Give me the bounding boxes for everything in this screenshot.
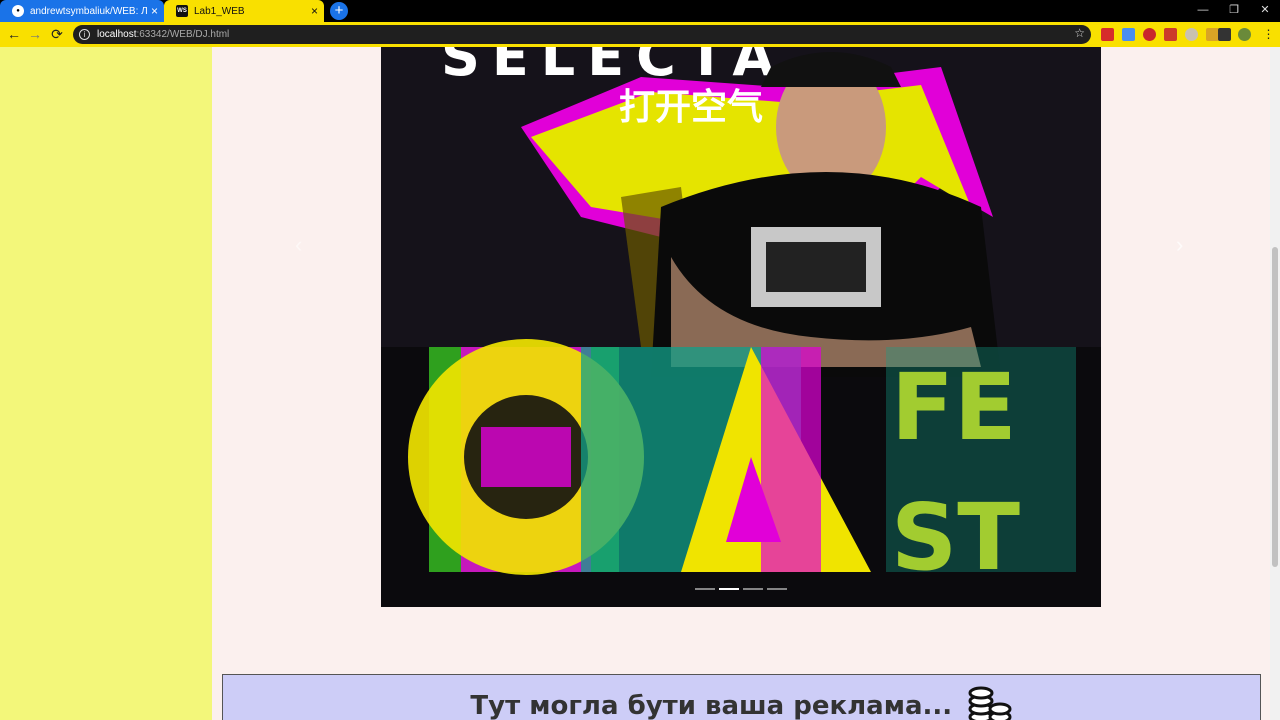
image-carousel: SELECTA 打开空气 FE ST ‹ › [381, 47, 1101, 607]
minimize-button[interactable]: — [1188, 0, 1218, 22]
dj-poster-image: SELECTA 打开空气 FE ST [381, 47, 1101, 607]
site-info-icon[interactable]: i [79, 29, 90, 40]
close-window-button[interactable]: ✕ [1250, 0, 1280, 22]
close-tab-icon[interactable]: × [151, 4, 158, 18]
reload-button[interactable]: ⟳ [48, 25, 66, 43]
extension-icon[interactable] [1185, 28, 1198, 41]
url-host: localhost [97, 29, 137, 40]
extension-icon[interactable] [1164, 28, 1177, 41]
webstorm-icon: WS [176, 5, 188, 17]
tab-github[interactable]: ● andrewtsymbaliuk/WEB: Лабора × [0, 0, 164, 22]
tab-title: andrewtsymbaliuk/WEB: Лабора [30, 5, 147, 17]
browser-tab-strip: ● andrewtsymbaliuk/WEB: Лабора × WS Lab1… [0, 0, 1280, 22]
menu-icon[interactable]: ⋮ [1262, 28, 1275, 41]
profile-avatar[interactable] [1238, 28, 1251, 41]
carousel-indicator[interactable] [695, 588, 715, 590]
github-icon: ● [12, 5, 24, 17]
back-button[interactable]: ← [5, 25, 23, 43]
carousel-indicators [695, 588, 787, 590]
carousel-indicator[interactable] [767, 588, 787, 590]
tab-lab1-web[interactable]: WS Lab1_WEB × [164, 0, 324, 22]
banner-top-cjk: 打开空气 [619, 87, 763, 128]
forward-button[interactable]: → [26, 25, 44, 43]
scrollbar[interactable] [1270, 47, 1280, 720]
ad-banner: Тут могла бути ваша реклама... [222, 674, 1261, 720]
left-sidebar [0, 47, 212, 720]
restore-button[interactable]: ❐ [1219, 0, 1249, 22]
coins-icon [968, 686, 1012, 720]
extension-icon[interactable] [1101, 28, 1114, 41]
carousel-prev-icon[interactable]: ‹ [295, 232, 302, 258]
tab-title: Lab1_WEB [194, 5, 245, 17]
url-path: :63342/WEB/DJ.html [136, 29, 230, 40]
new-tab-button[interactable]: + [330, 2, 348, 20]
browser-toolbar: ← → ⟳ i localhost:63342/WEB/DJ.html ☆ ⋮ [0, 22, 1280, 47]
banner-top-latin: SELECTA [441, 47, 786, 88]
reading-list-icon[interactable] [1218, 28, 1231, 41]
scrollbar-thumb[interactable] [1272, 247, 1278, 567]
address-bar[interactable]: i localhost:63342/WEB/DJ.html ☆ [73, 25, 1091, 44]
carousel-indicator[interactable] [743, 588, 763, 590]
bookmark-star-icon[interactable]: ☆ [1074, 26, 1085, 40]
close-tab-icon[interactable]: × [311, 4, 318, 18]
pocket-extension-icon[interactable] [1143, 28, 1156, 41]
carousel-next-icon[interactable]: › [1176, 232, 1183, 258]
carousel-indicator-active[interactable] [719, 588, 739, 590]
translate-extension-icon[interactable] [1122, 28, 1135, 41]
ad-text: Тут могла бути ваша реклама... [470, 691, 953, 720]
